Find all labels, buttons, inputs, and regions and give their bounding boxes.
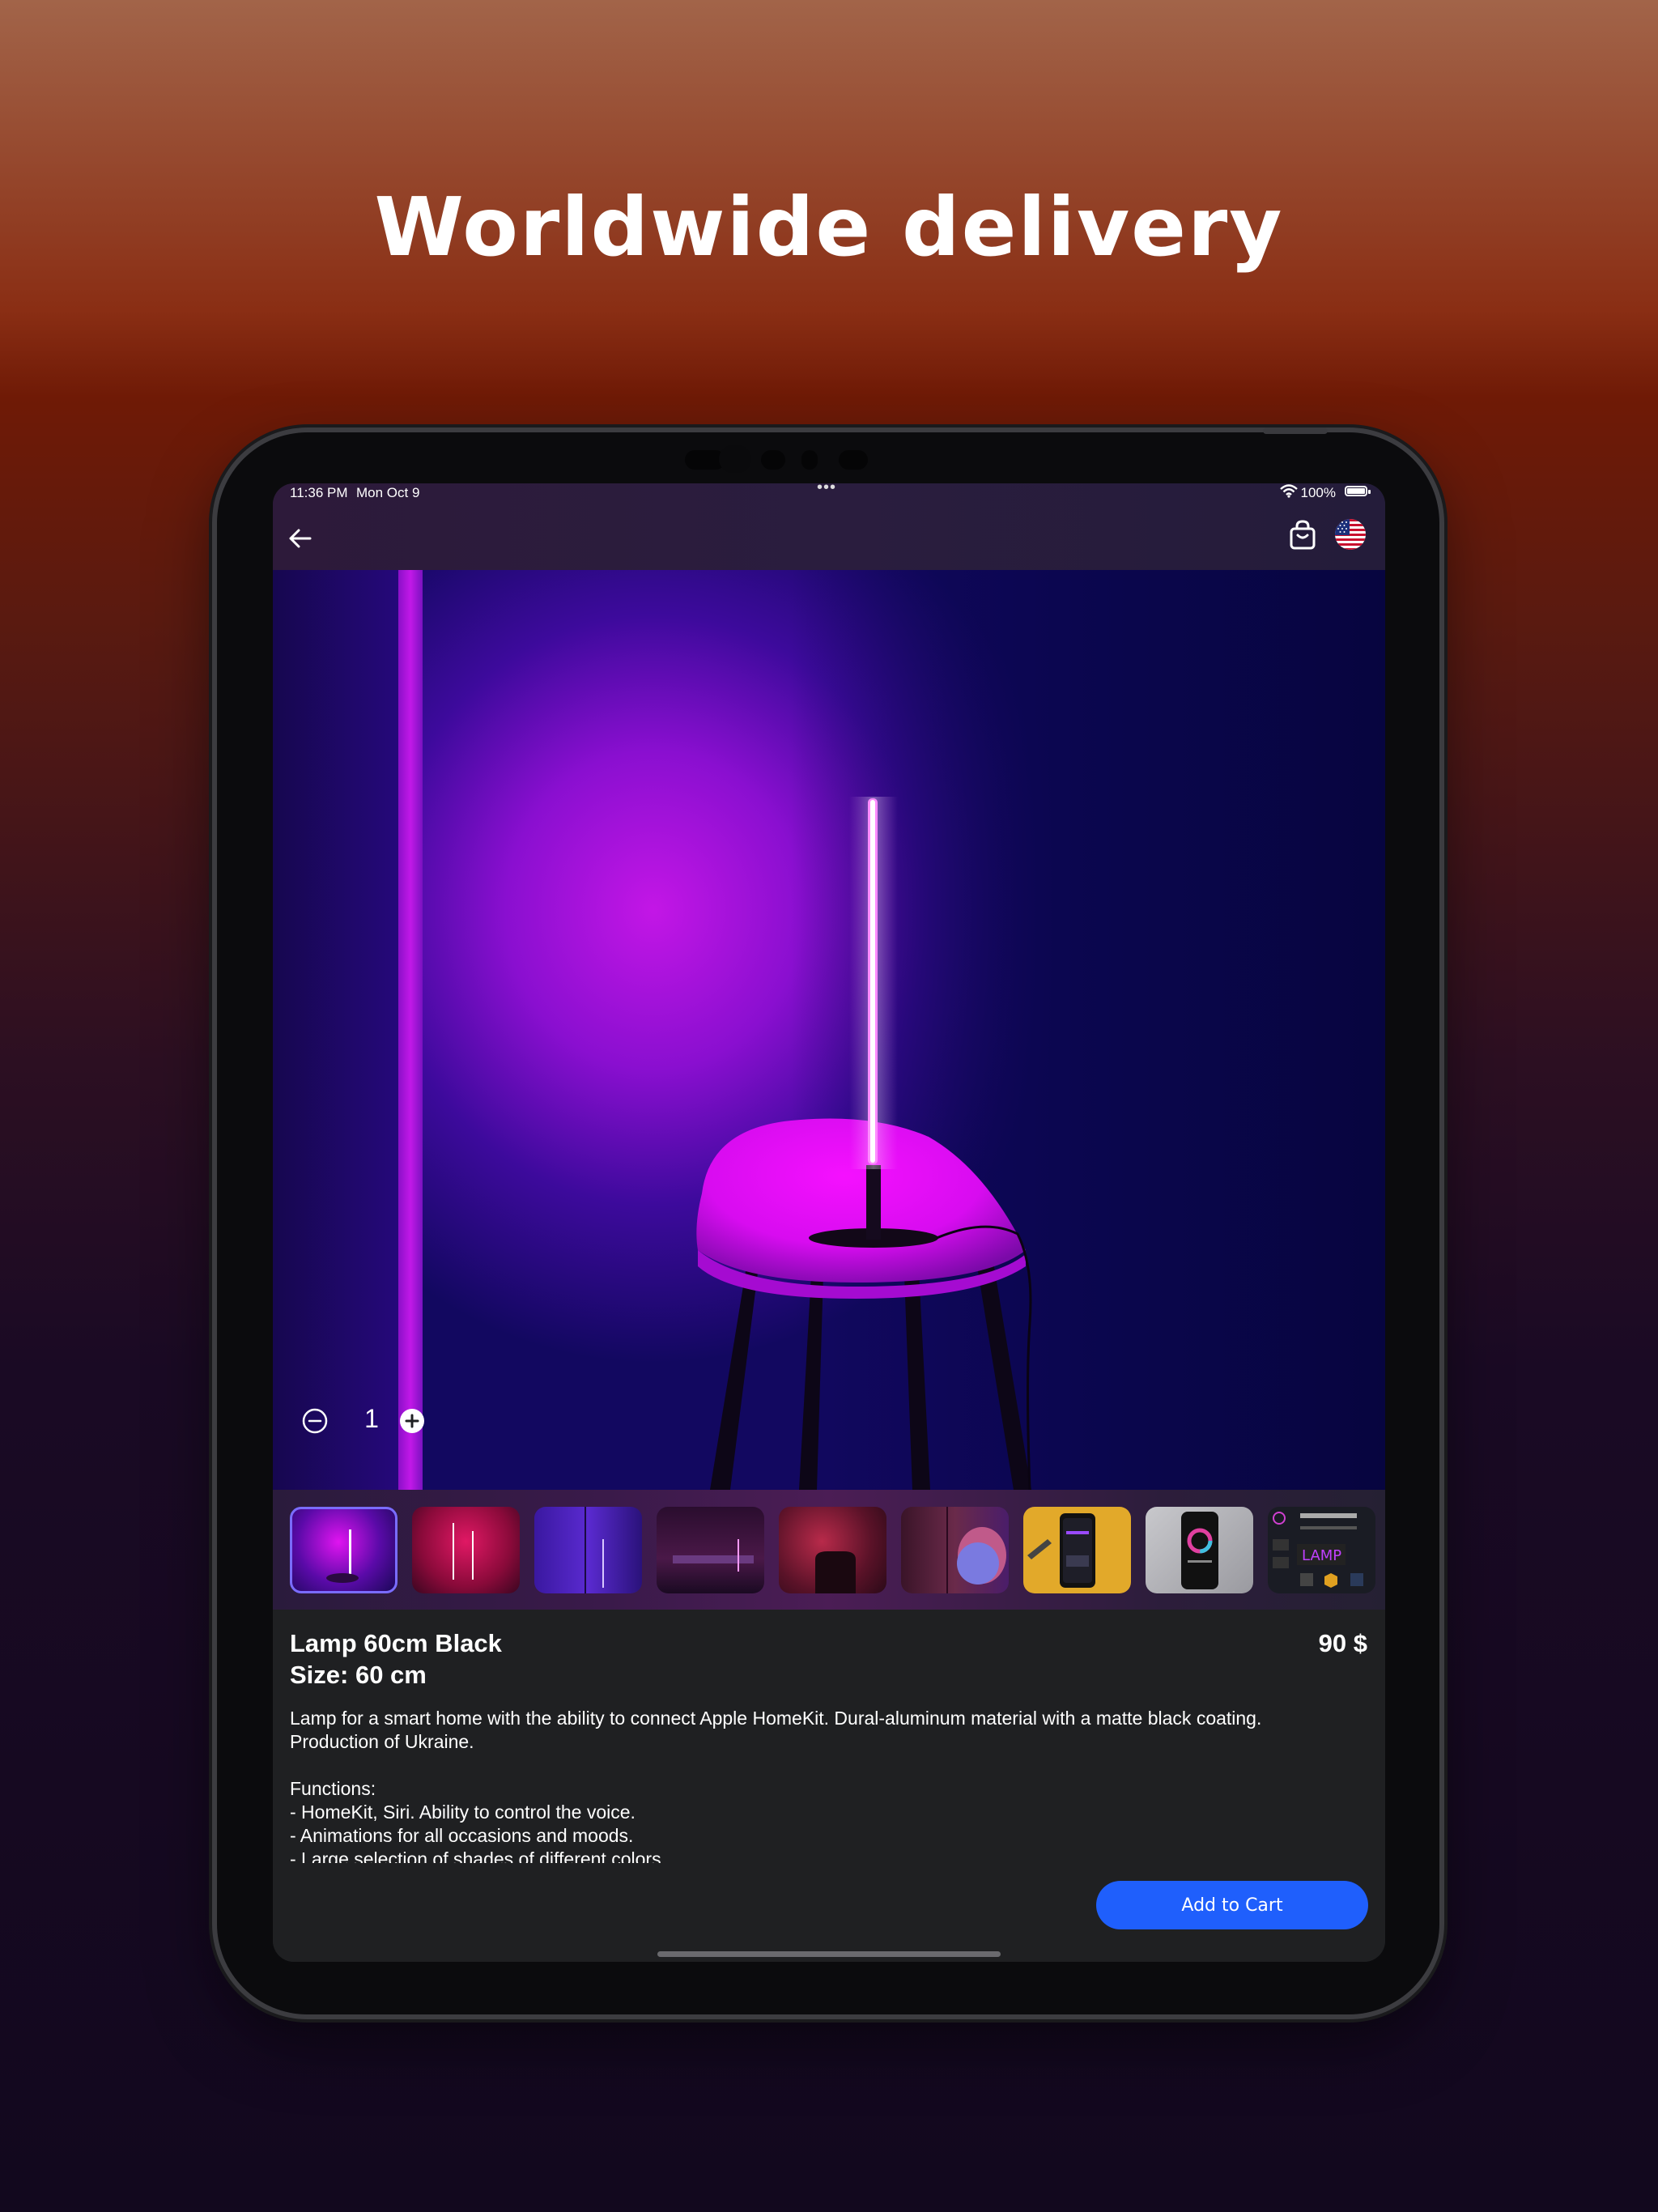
home-indicator[interactable] (657, 1951, 1001, 1957)
us-flag-icon[interactable] (1335, 519, 1366, 550)
quantity-increase-icon[interactable] (399, 1408, 425, 1434)
thumbnail-7[interactable] (1023, 1507, 1131, 1593)
thumbnail-4-image (673, 1539, 754, 1572)
multitasking-dots-icon[interactable]: ••• (817, 483, 836, 497)
add-to-cart-button[interactable]: Add to Cart (1096, 1881, 1368, 1929)
thumbnail-5-image (815, 1551, 856, 1593)
status-date: Mon Oct 9 (356, 485, 420, 500)
quantity-decrease-icon[interactable] (302, 1408, 328, 1434)
shopping-bag-icon[interactable] (1288, 519, 1317, 551)
thumbnail-2-image (453, 1523, 474, 1580)
app-screen: 11:36 PM Mon Oct 9 ••• 100% LAMP Lamp 60… (273, 483, 1385, 1962)
camera-sensor-3 (801, 450, 818, 470)
top-nav-bar: 11:36 PM Mon Oct 9 ••• 100% (273, 483, 1385, 570)
thumbnail-1[interactable] (290, 1507, 397, 1593)
camera-sensor-2 (761, 450, 785, 470)
thumbnail-strip: LAMP (273, 1490, 1385, 1610)
quantity-value: 1 (364, 1404, 379, 1433)
product-size: Size: 60 cm (290, 1661, 427, 1689)
battery-cap (1368, 490, 1371, 494)
thumbnail-6-image (946, 1507, 1006, 1593)
status-bar: 11:36 PM Mon Oct 9 ••• 100% (273, 483, 1385, 503)
thumbnail-6[interactable] (901, 1507, 1009, 1593)
arrow-left-icon[interactable] (284, 522, 318, 555)
thumbnail-3[interactable] (534, 1507, 642, 1593)
product-description[interactable]: Lamp for a smart home with the ability t… (290, 1707, 1367, 1863)
product-name: Lamp 60cm Black (290, 1629, 502, 1657)
camera-sensor-4 (839, 450, 868, 470)
thumbnail-9-image: LAMP (1273, 1512, 1363, 1588)
wifi-icon (1280, 484, 1298, 498)
status-time: 11:36 PM (290, 485, 348, 500)
thumbnail-5[interactable] (779, 1507, 886, 1593)
thumbnail-7-image (1027, 1513, 1095, 1588)
tablet-top-button (1263, 428, 1328, 434)
thumbnail-4[interactable] (657, 1507, 764, 1593)
thumbnail-9-lamp-text: LAMP (1302, 1547, 1341, 1564)
thumbnail-1-image (326, 1529, 359, 1583)
headline: Worldwide delivery (374, 180, 1284, 274)
thumbnail-8-image (1181, 1512, 1218, 1589)
front-camera (719, 445, 751, 473)
thumbnail-2[interactable] (412, 1507, 520, 1593)
product-hero-image[interactable] (273, 570, 1385, 1490)
lamp-on-chair-photo (696, 797, 1032, 1490)
product-price: 90 $ (1318, 1629, 1367, 1657)
thumbnail-3-image (585, 1507, 604, 1593)
thumbnail-8[interactable] (1146, 1507, 1253, 1593)
battery-icon (1345, 486, 1367, 496)
thumbnail-9[interactable]: LAMP (1268, 1507, 1375, 1593)
battery-percent: 100% (1300, 485, 1336, 500)
